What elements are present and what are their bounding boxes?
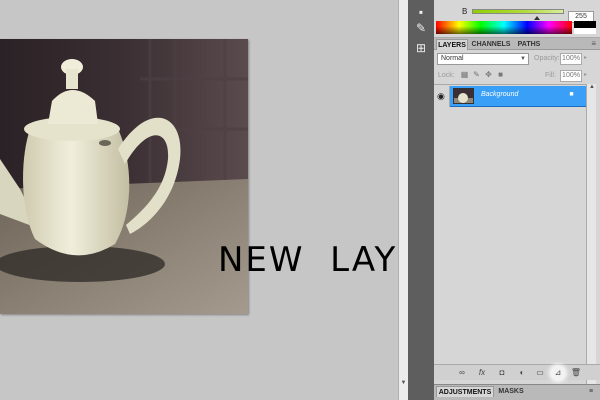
canvas-vertical-scrollbar[interactable]: ▼: [398, 0, 408, 400]
visibility-toggle[interactable]: ◉: [434, 86, 450, 107]
pencil-icon[interactable]: ✎: [413, 20, 429, 36]
layers-footer: ∞ fx ◘ ◐ ▭ ⊿ 🗑: [434, 364, 600, 380]
chevron-down-icon: ▼: [520, 56, 526, 62]
lock-image-icon[interactable]: ✎: [472, 70, 481, 79]
fx-icon[interactable]: fx: [476, 367, 488, 379]
layer-row-background[interactable]: ◉ Background ■: [434, 86, 586, 107]
panel-dock: ▪ ✎ ⊞: [408, 0, 434, 400]
adjustments-tabbar: ADJUSTMENTS MASKS ≡: [434, 384, 600, 400]
adjustment-layer-icon[interactable]: ◐: [516, 367, 528, 379]
layers-panel: LAYERS CHANNELS PATHS ≡ Normal ▼ Opacity…: [434, 38, 600, 398]
black-white-swatches[interactable]: [574, 21, 596, 34]
fill-label: Fill:: [545, 72, 556, 79]
tab-layers[interactable]: LAYERS: [436, 39, 468, 50]
lock-icon: ■: [569, 91, 574, 98]
canvas-area[interactable]: [0, 0, 398, 400]
layer-list-scrollbar[interactable]: ▲ ▼: [586, 84, 596, 398]
color-panel-icon[interactable]: ▪: [413, 4, 429, 20]
eye-icon: ◉: [437, 91, 445, 101]
document-image[interactable]: [0, 39, 248, 314]
b-channel-label: B: [462, 7, 468, 16]
scroll-down-arrow-icon[interactable]: ▼: [399, 379, 408, 388]
right-panels: B 255 LAYERS CHANNELS PATHS ≡ Normal ▼ O…: [434, 0, 600, 400]
lock-label: Lock:: [438, 72, 455, 79]
layer-name: Background: [481, 91, 519, 98]
b-channel-slider[interactable]: [472, 9, 564, 14]
teapot-photo: [0, 39, 248, 314]
layer-thumbnail: [453, 88, 474, 104]
panel-menu-icon[interactable]: ≡: [586, 386, 596, 397]
lock-all-icon[interactable]: ■: [496, 70, 505, 79]
layers-tabbar: LAYERS CHANNELS PATHS ≡: [434, 38, 600, 50]
fill-arrow-icon[interactable]: ▸: [584, 71, 587, 78]
opacity-arrow-icon[interactable]: ▸: [584, 54, 587, 61]
trash-icon[interactable]: 🗑: [570, 367, 582, 379]
lock-position-icon[interactable]: ✥: [484, 70, 493, 79]
color-spectrum[interactable]: [436, 21, 572, 34]
new-layer-icon[interactable]: ⊿: [552, 367, 564, 379]
color-panel: B 255: [434, 0, 600, 38]
opacity-field[interactable]: 100%: [560, 53, 582, 65]
scroll-up-arrow-icon[interactable]: ▲: [587, 84, 597, 93]
new-group-icon[interactable]: ▭: [534, 367, 546, 379]
link-layers-icon[interactable]: ∞: [456, 367, 468, 379]
tab-adjustments[interactable]: ADJUSTMENTS: [436, 386, 494, 397]
tab-paths[interactable]: PATHS: [514, 39, 544, 50]
fill-field[interactable]: 100%: [560, 70, 582, 82]
opacity-label: Opacity:: [534, 55, 560, 62]
blend-mode-value: Normal: [441, 55, 464, 62]
lock-transparency-icon[interactable]: ▦: [460, 70, 469, 79]
layer-list: ◉ Background ■: [434, 84, 586, 398]
b-slider-thumb[interactable]: [534, 16, 541, 20]
transform-icon[interactable]: ⊞: [413, 40, 429, 56]
add-mask-icon[interactable]: ◘: [496, 367, 508, 379]
blend-mode-select[interactable]: Normal ▼: [437, 53, 529, 65]
b-channel-row: B 255: [434, 6, 600, 23]
tab-masks[interactable]: MASKS: [496, 386, 526, 397]
panel-menu-icon[interactable]: ≡: [591, 39, 596, 49]
tab-channels[interactable]: CHANNELS: [470, 39, 512, 50]
